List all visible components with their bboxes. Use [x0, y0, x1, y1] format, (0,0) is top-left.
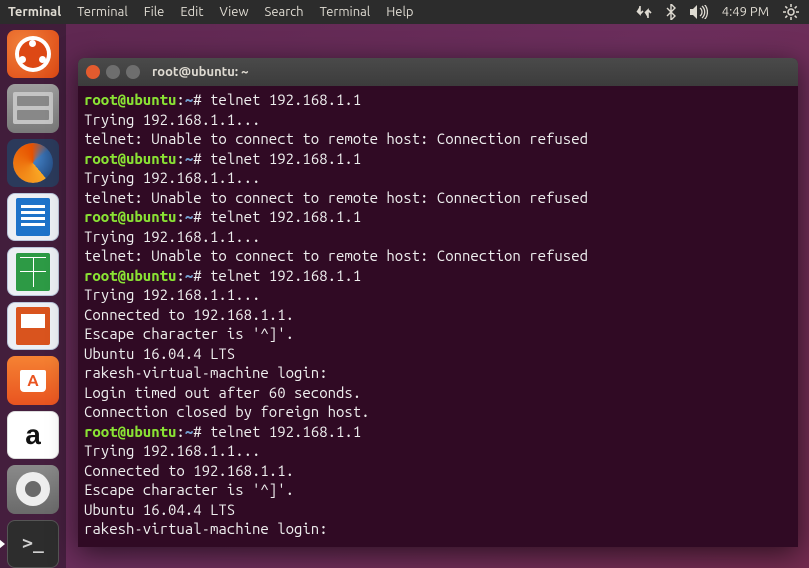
window-minimize-button[interactable] — [106, 65, 120, 79]
output-line: Login timed out after 60 seconds. — [84, 383, 792, 403]
files-icon — [13, 92, 53, 124]
menu-edit[interactable]: Edit — [172, 5, 211, 19]
output-line: Connection closed by foreign host. — [84, 402, 792, 422]
window-maximize-button[interactable] — [126, 65, 140, 79]
output-line: telnet: Unable to connect to remote host… — [84, 246, 792, 266]
terminal-output[interactable]: root@ubuntu:~# telnet 192.168.1.1Trying … — [78, 86, 798, 547]
prompt-line: root@ubuntu:~# telnet 192.168.1.1 — [84, 207, 792, 227]
menu-view[interactable]: View — [211, 5, 256, 19]
output-line: rakesh-virtual-machine login: — [84, 519, 792, 539]
prompt-line: root@ubuntu:~# telnet 192.168.1.1 — [84, 422, 792, 442]
window-close-button[interactable] — [86, 65, 100, 79]
launcher-calc[interactable] — [7, 247, 59, 295]
output-line: Trying 192.168.1.1... — [84, 441, 792, 461]
settings-gear-icon[interactable] — [783, 4, 799, 20]
top-menubar: Terminal Terminal File Edit View Search … — [0, 0, 809, 24]
launcher-writer[interactable] — [7, 193, 59, 241]
menu-terminal[interactable]: Terminal — [69, 5, 136, 19]
unity-launcher: a — [0, 24, 66, 568]
menubar-left: Terminal Terminal File Edit View Search … — [6, 5, 421, 19]
window-titlebar[interactable]: root@ubuntu: ~ — [78, 58, 798, 86]
output-line: Ubuntu 16.04.4 LTS — [84, 344, 792, 364]
volume-icon[interactable] — [690, 5, 708, 19]
menu-file[interactable]: File — [136, 5, 173, 19]
firefox-icon — [13, 143, 53, 183]
prompt-line: root@ubuntu:~# telnet 192.168.1.1 — [84, 266, 792, 286]
menu-search[interactable]: Search — [257, 5, 312, 19]
output-line: Trying 192.168.1.1... — [84, 168, 792, 188]
output-line: Trying 192.168.1.1... — [84, 227, 792, 247]
output-line: rakesh-virtual-machine login: — [84, 363, 792, 383]
terminal-window: root@ubuntu: ~ root@ubuntu:~# telnet 192… — [78, 58, 798, 547]
window-title: root@ubuntu: ~ — [152, 65, 249, 79]
clock[interactable]: 4:49 PM — [722, 5, 769, 19]
network-icon[interactable] — [636, 5, 652, 19]
gear-icon — [16, 472, 50, 506]
launcher-firefox[interactable] — [7, 139, 59, 187]
launcher-terminal[interactable] — [7, 520, 59, 568]
output-line: Connected to 192.168.1.1. — [84, 305, 792, 325]
software-center-icon — [20, 370, 46, 392]
launcher-software[interactable] — [7, 356, 59, 404]
output-line: Ubuntu 16.04.4 LTS — [84, 500, 792, 520]
prompt-line: root@ubuntu:~# telnet 192.168.1.1 — [84, 149, 792, 169]
menubar-app-name: Terminal — [6, 5, 69, 19]
menu-help[interactable]: Help — [378, 5, 421, 19]
launcher-amazon[interactable]: a — [7, 411, 59, 459]
output-line: Escape character is '^]'. — [84, 324, 792, 344]
prompt-line: root@ubuntu:~# telnet 192.168.1.1 — [84, 90, 792, 110]
writer-icon — [16, 198, 50, 236]
calc-icon — [16, 253, 50, 291]
menu-terminal-2[interactable]: Terminal — [312, 5, 379, 19]
launcher-dash[interactable] — [7, 30, 59, 78]
launcher-files[interactable] — [7, 84, 59, 132]
menubar-right: 4:49 PM — [636, 4, 803, 20]
output-line: telnet: Unable to connect to remote host… — [84, 188, 792, 208]
launcher-settings[interactable] — [7, 465, 59, 513]
amazon-icon: a — [25, 419, 41, 451]
active-indicator-icon — [0, 539, 5, 549]
impress-icon — [16, 307, 50, 345]
output-line: Connected to 192.168.1.1. — [84, 461, 792, 481]
output-line: Trying 192.168.1.1... — [84, 285, 792, 305]
output-line: Trying 192.168.1.1... — [84, 110, 792, 130]
output-line: Escape character is '^]'. — [84, 480, 792, 500]
ubuntu-logo-icon — [15, 36, 51, 72]
bluetooth-icon[interactable] — [666, 4, 676, 20]
output-line: telnet: Unable to connect to remote host… — [84, 129, 792, 149]
launcher-impress[interactable] — [7, 302, 59, 350]
